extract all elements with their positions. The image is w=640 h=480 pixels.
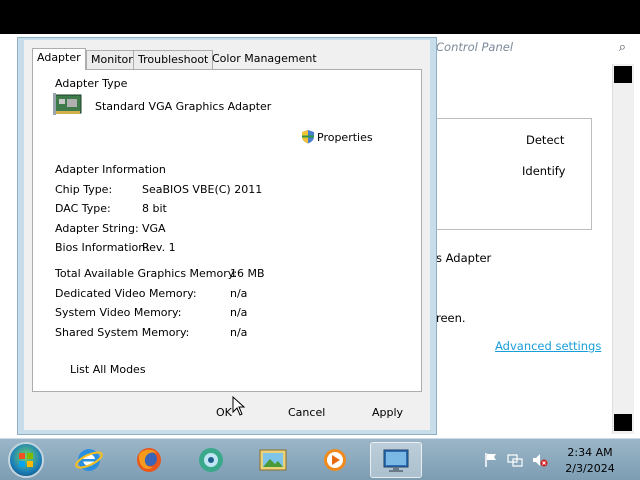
internet-explorer-icon [75,449,103,471]
adapter-string-label: Adapter String: [55,222,139,235]
total-memory-value: 16 MB [230,267,265,280]
shared-memory-value: n/a [230,326,248,339]
taskbar-app-display-settings[interactable] [370,442,422,478]
dac-type-value: 8 bit [142,202,167,215]
taskbar-app-media-player[interactable] [310,442,362,478]
system-memory-value: n/a [230,306,248,319]
tab-monitor[interactable]: Monitor [86,50,138,69]
scroll-up-arrow[interactable] [614,66,632,83]
advanced-settings-link[interactable]: Advanced settings [495,339,601,353]
tab-color-management[interactable]: Color Management [208,50,321,69]
scrollbar[interactable] [612,64,634,434]
clock-time: 2:34 AM [567,446,613,459]
total-memory-label: Total Available Graphics Memory: [55,267,238,280]
tab-label: Monitor [91,53,133,66]
search-input[interactable]: Control Panel [436,40,513,54]
cancel-button[interactable]: Cancel [288,406,325,419]
dedicated-memory-value: n/a [230,287,248,300]
search-icon[interactable]: ⌕ [619,40,626,55]
list-all-modes-button[interactable]: List All Modes [70,363,146,376]
firefox-icon [137,448,161,472]
adapter-properties-dialog: Adapter Monitor Troubleshoot Color Manag… [17,37,437,435]
monitor-preview-panel [430,118,592,230]
graphics-card-icon [53,93,82,115]
ok-button[interactable]: OK [216,406,232,419]
shield-icon [302,130,314,144]
dialog-body: Adapter Monitor Troubleshoot Color Manag… [24,40,430,430]
shared-memory-label: Shared System Memory: [55,326,190,339]
chip-type-value: SeaBIOS VBE(C) 2011 [142,183,263,196]
taskbar-app-firefox[interactable] [124,442,176,478]
adapter-info-heading: Adapter Information [55,163,166,176]
media-center-icon [199,448,223,472]
adapter-type-heading: Adapter Type [55,77,128,90]
detect-button[interactable]: Detect [526,133,564,147]
scroll-down-arrow[interactable] [614,414,632,431]
adapter-string-value: VGA [142,222,166,235]
photo-viewer-icon [259,449,287,471]
taskbar-app-photo-viewer[interactable] [248,442,300,478]
action-center-flag-icon[interactable] [484,452,498,468]
taskbar-app-internet-explorer[interactable] [64,442,116,478]
dac-type-label: DAC Type: [55,202,111,215]
volume-muted-icon[interactable] [532,452,548,468]
clock-date: 2/3/2024 [565,462,615,475]
tab-troubleshoot[interactable]: Troubleshoot [133,50,214,69]
system-clock[interactable]: 2:34 AM 2/3/2024 [552,445,628,477]
display-settings-icon [383,449,409,472]
tab-label: Color Management [212,52,317,65]
start-button[interactable] [8,442,44,478]
adapter-tab-panel: Adapter Type Standard VGA Graphics Adapt… [32,69,422,392]
adapter-text-fragment: s Adapter [436,251,492,265]
tab-label: Adapter [37,51,81,64]
system-memory-label: System Video Memory: [55,306,182,319]
search-box[interactable]: Control Panel ⌕ [432,39,632,57]
identify-button[interactable]: Identify [522,164,565,178]
screen-text-fragment: reen. [436,311,466,325]
properties-button[interactable]: Properties [317,131,373,144]
network-icon[interactable] [507,452,523,468]
bios-info-label: Bios Information: [55,241,149,254]
media-player-icon [324,449,346,471]
apply-button[interactable]: Apply [372,406,403,419]
tab-adapter[interactable]: Adapter [32,48,86,70]
tab-label: Troubleshoot [138,53,209,66]
chip-type-label: Chip Type: [55,183,113,196]
mouse-cursor-icon [232,396,246,416]
windows-logo-icon [19,453,33,467]
bios-info-value: Rev. 1 [142,241,176,254]
adapter-name: Standard VGA Graphics Adapter [95,100,272,113]
dedicated-memory-label: Dedicated Video Memory: [55,287,197,300]
taskbar-app-media-center[interactable] [186,442,238,478]
